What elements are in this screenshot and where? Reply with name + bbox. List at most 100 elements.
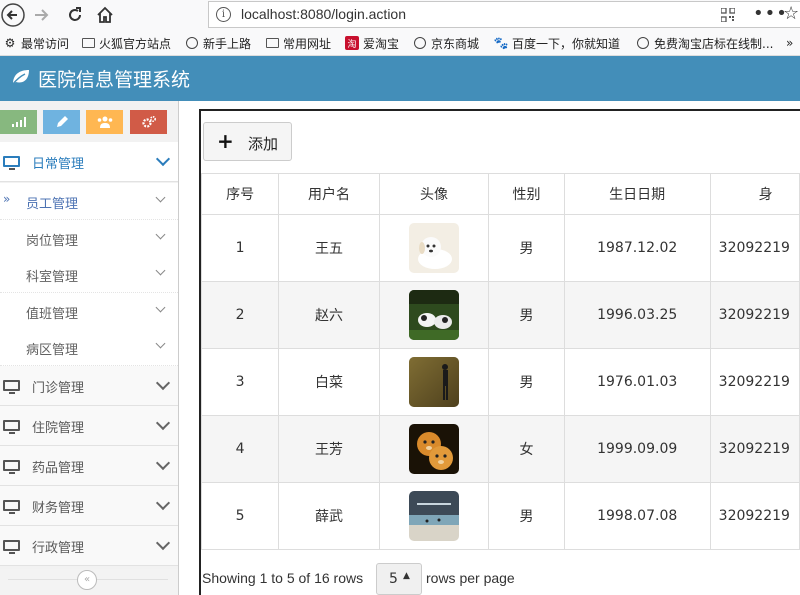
chevron-down-icon xyxy=(155,265,166,276)
cell-birthday: 1998.07.08 xyxy=(563,482,711,550)
info-icon[interactable]: i xyxy=(216,7,231,22)
submenu-item-duty[interactable]: 值班管理 xyxy=(0,293,178,330)
cell-id: 32092219 xyxy=(709,482,800,550)
column-header-birthday[interactable]: 生日日期 xyxy=(563,173,711,215)
chevron-down-icon xyxy=(155,229,166,240)
cell-id: 32092219 xyxy=(709,415,800,483)
sidebar-collapse-bar: « xyxy=(0,569,178,595)
taobao-icon: 淘 xyxy=(345,36,359,50)
cell-no: 5 xyxy=(200,482,280,550)
avatar-lion-cubs[interactable] xyxy=(409,424,460,474)
cell-id: 32092219 xyxy=(709,214,800,282)
add-button[interactable]: + 添加 xyxy=(203,122,292,161)
table-row[interactable]: 3 白菜 男 1976.01.03 32092219 xyxy=(200,348,800,416)
caret-up-icon: ▲ xyxy=(403,571,410,581)
submenu-item-department[interactable]: 科室管理 xyxy=(0,256,178,293)
bookmark-item[interactable]: 🐾 百度一下，你就知道 xyxy=(494,34,620,52)
home-button[interactable] xyxy=(92,2,118,28)
baidu-paw-icon: 🐾 xyxy=(493,36,509,50)
cell-gender: 女 xyxy=(488,415,565,483)
cell-avatar xyxy=(378,214,490,282)
sidebar-item-administration[interactable]: 行政管理 xyxy=(0,526,178,566)
page-size-dropdown[interactable]: 5 ▲ xyxy=(376,563,422,595)
cell-birthday: 1987.12.02 xyxy=(563,214,711,282)
cell-username: 赵六 xyxy=(278,281,380,349)
chevron-down-icon xyxy=(155,415,171,431)
staff-table: 序号 用户名 头像 性别 生日日期 身 1 王五 男 1987.12.02 32… xyxy=(200,173,800,550)
table-row[interactable]: 4 王芳 女 1999.09.09 32092219 xyxy=(200,415,800,483)
pagination-suffix: rows per page xyxy=(426,570,515,586)
bookmark-item[interactable]: 新手上路 xyxy=(185,34,251,52)
cell-avatar xyxy=(378,348,490,416)
cell-no: 4 xyxy=(200,415,280,483)
qr-code-icon[interactable] xyxy=(721,8,735,22)
sidebar-item-finance[interactable]: 财务管理 xyxy=(0,486,178,526)
shortcut-users-button[interactable] xyxy=(86,110,123,134)
table-row[interactable]: 5 薛武 男 1998.07.08 32092219 xyxy=(200,482,800,550)
avatar-woman-standing[interactable] xyxy=(409,357,460,407)
url-text[interactable]: localhost:8080/login.action xyxy=(241,6,406,22)
cell-avatar xyxy=(378,281,490,349)
reload-button[interactable] xyxy=(62,2,88,28)
sidebar-item-pharmacy[interactable]: 药品管理 xyxy=(0,446,178,486)
cell-birthday: 1996.03.25 xyxy=(563,281,711,349)
monitor-icon xyxy=(3,420,20,434)
back-arrow-icon xyxy=(1,3,25,27)
submenu-item-ward[interactable]: 病区管理 xyxy=(0,329,178,366)
monitor-icon xyxy=(3,500,20,514)
table-row[interactable]: 1 王五 男 1987.12.02 32092219 xyxy=(200,214,800,282)
address-bar[interactable]: i localhost:8080/login.action ••• ☆ xyxy=(208,1,800,28)
bookmarks-overflow[interactable]: » xyxy=(786,34,793,52)
cell-no: 3 xyxy=(200,348,280,416)
cell-username: 王五 xyxy=(278,214,380,282)
avatar-beach-scene[interactable] xyxy=(409,491,460,541)
cell-no: 2 xyxy=(200,281,280,349)
bookmark-item[interactable]: ⚙ 最常访问 xyxy=(3,34,69,52)
app-header: 医院信息管理系统 xyxy=(0,56,800,101)
cell-username: 白菜 xyxy=(278,348,380,416)
bookmark-item[interactable]: 淘爱淘宝 xyxy=(345,34,399,52)
avatar-dogs-on-grass[interactable] xyxy=(409,290,460,340)
chevron-down-icon xyxy=(155,192,166,203)
column-header-id[interactable]: 身 xyxy=(709,173,800,215)
sidebar-item-inpatient[interactable]: 住院管理 xyxy=(0,406,178,446)
monitor-icon xyxy=(3,540,20,554)
column-header-gender[interactable]: 性别 xyxy=(488,173,565,215)
sidebar-item-outpatient[interactable]: 门诊管理 xyxy=(0,366,178,406)
shortcut-edit-button[interactable] xyxy=(43,110,80,134)
cell-gender: 男 xyxy=(488,214,565,282)
plus-icon: + xyxy=(217,129,234,153)
back-button[interactable] xyxy=(0,2,26,28)
chevron-down-icon xyxy=(155,495,171,511)
monitor-icon xyxy=(3,380,20,394)
chevron-down-icon xyxy=(155,338,166,349)
bookmark-item[interactable]: 火狐官方站点 xyxy=(81,34,171,52)
bookmark-item[interactable]: 常用网址 xyxy=(265,34,331,52)
bookmark-item[interactable]: 免费淘宝店标在线制... xyxy=(636,34,773,52)
submenu-item-position[interactable]: 岗位管理 xyxy=(0,220,178,257)
browser-toolbar: i localhost:8080/login.action ••• ☆ xyxy=(0,0,800,30)
column-header-avatar[interactable]: 头像 xyxy=(378,173,490,215)
shortcut-stats-button[interactable] xyxy=(0,110,37,134)
submenu-item-staff[interactable]: » 员工管理 xyxy=(0,183,178,220)
table-row[interactable]: 2 赵六 男 1996.03.25 32092219 xyxy=(200,281,800,349)
chart-icon xyxy=(11,117,26,127)
globe-icon xyxy=(185,36,199,50)
shortcut-settings-button[interactable] xyxy=(130,110,167,134)
cogs-icon xyxy=(141,115,156,128)
pencil-icon xyxy=(56,116,68,127)
forward-button[interactable] xyxy=(28,2,54,28)
sidebar-collapse-button[interactable]: « xyxy=(77,570,97,590)
table-header-row: 序号 用户名 头像 性别 生日日期 身 xyxy=(200,173,800,215)
column-header-no[interactable]: 序号 xyxy=(200,173,280,215)
globe-icon xyxy=(636,36,650,50)
sidebar: 日常管理 » 员工管理 岗位管理 科室管理 值班管理 病区管理 门诊管理 住院管… xyxy=(0,101,179,595)
bookmark-star-icon[interactable]: ☆ xyxy=(783,3,799,24)
bookmark-item[interactable]: 京东商城 xyxy=(413,34,479,52)
cell-gender: 男 xyxy=(488,348,565,416)
cell-username: 王芳 xyxy=(278,415,380,483)
sidebar-item-daily-management[interactable]: 日常管理 xyxy=(0,142,178,182)
avatar-white-puppy[interactable] xyxy=(409,223,460,273)
column-header-username[interactable]: 用户名 xyxy=(278,173,380,215)
cell-birthday: 1976.01.03 xyxy=(563,348,711,416)
